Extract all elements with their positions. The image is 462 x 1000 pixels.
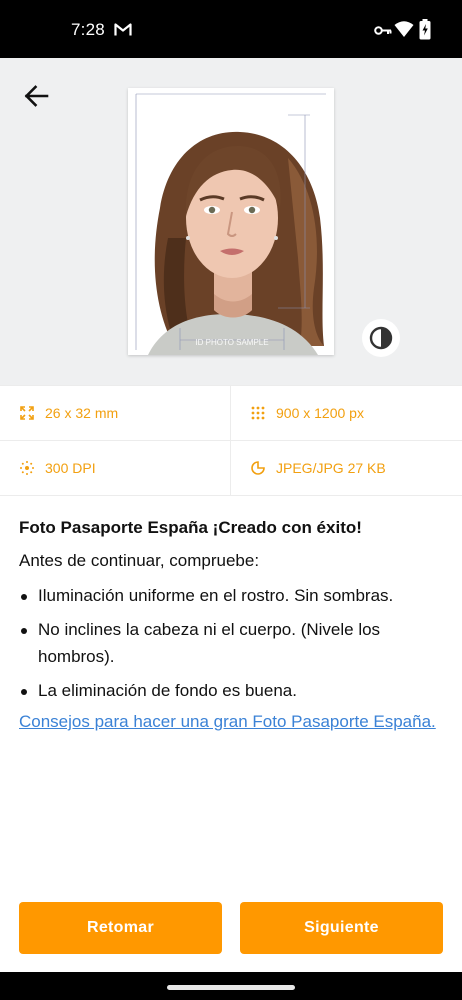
bullet [21, 594, 27, 600]
spec-size-text: 26 x 32 mm [45, 405, 119, 421]
bullet [21, 689, 27, 695]
spec-file-text: JPEG/JPG 27 KB [276, 460, 386, 476]
spec-dpi-text: 300 DPI [45, 460, 96, 476]
vpn-key-icon [374, 26, 392, 35]
home-indicator[interactable] [167, 985, 295, 990]
status-bar: 7:28 [0, 0, 462, 58]
spec-dpi: 300 DPI [0, 441, 231, 496]
back-button[interactable] [18, 78, 54, 114]
pixel-grid-icon [251, 406, 265, 420]
result-info: Foto Pasaporte España ¡Creado con éxito!… [19, 516, 444, 735]
status-time: 7:28 [71, 20, 105, 39]
passport-photo-image: ID PHOTO SAMPLE [128, 88, 334, 355]
check-item-text: Iluminación uniforme en el rostro. Sin s… [38, 586, 394, 605]
check-list: Iluminación uniforme en el rostro. Sin s… [19, 582, 444, 704]
next-button[interactable]: Siguiente [240, 902, 443, 954]
contrast-icon [369, 326, 393, 350]
result-title: Foto Pasaporte España ¡Creado con éxito! [19, 518, 362, 537]
wifi-icon [394, 21, 414, 37]
check-item: Iluminación uniforme en el rostro. Sin s… [19, 582, 444, 609]
navigation-bar [0, 972, 462, 1000]
spec-file: JPEG/JPG 27 KB [231, 441, 462, 496]
check-item-text: La eliminación de fondo es buena. [38, 681, 297, 700]
spec-resolution-text: 900 x 1200 px [276, 405, 364, 421]
photo-preview-area: ID PHOTO SAMPLE [0, 58, 462, 385]
spec-resolution: 900 x 1200 px [231, 386, 462, 441]
retake-button[interactable]: Retomar [19, 902, 222, 954]
spec-size: 26 x 32 mm [0, 386, 231, 441]
contrast-toggle-button[interactable] [362, 319, 400, 357]
resize-icon [20, 406, 34, 420]
passport-photo: ID PHOTO SAMPLE [128, 88, 334, 355]
bullet [21, 628, 27, 634]
sample-watermark: ID PHOTO SAMPLE [195, 338, 268, 347]
check-item-text: No inclines la cabeza ni el cuerpo. (Niv… [38, 620, 381, 666]
back-arrow-icon [24, 85, 49, 107]
gmail-icon [114, 23, 132, 36]
check-item: No inclines la cabeza ni el cuerpo. (Niv… [19, 616, 444, 670]
battery-charging-icon [419, 19, 431, 40]
result-intro: Antes de continuar, compruebe: [19, 551, 260, 570]
dpi-dots-icon [20, 461, 34, 475]
check-item: La eliminación de fondo es buena. [19, 677, 444, 704]
tips-link[interactable]: Consejos para hacer una gran Foto Pasapo… [19, 708, 444, 735]
file-size-icon [251, 461, 265, 475]
photo-specs: 26 x 32 mm 900 x 1200 px 300 DPI JPEG/JP… [0, 385, 462, 496]
